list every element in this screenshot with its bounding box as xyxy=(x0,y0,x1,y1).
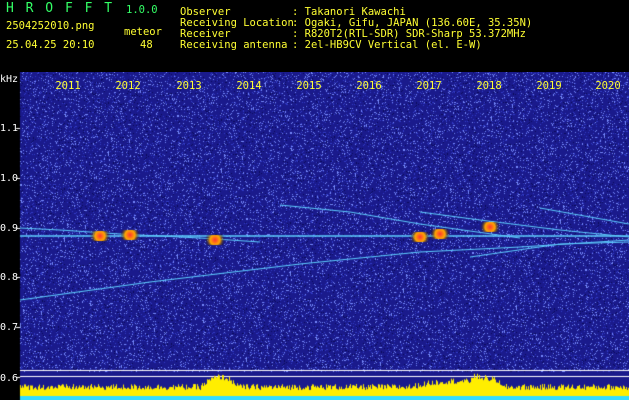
x-tick-label: 2014 xyxy=(236,80,262,92)
x-tick-label: 2015 xyxy=(296,80,322,92)
app-version: 1.0.0 xyxy=(126,4,158,16)
x-tick-label: 2017 xyxy=(416,80,442,92)
y-tick-label: 1.0 xyxy=(0,173,19,184)
x-tick-label: 2011 xyxy=(55,80,81,92)
y-tick-label: 0.7 xyxy=(0,322,19,333)
header-panel: H R O F F T 1.0.0 2504252010.png 25.04.2… xyxy=(0,0,629,72)
y-axis-unit: kHz xyxy=(0,74,19,85)
meteor-label: meteor xyxy=(124,26,162,38)
x-tick-label: 2012 xyxy=(115,80,141,92)
y-tick-label: 0.6 xyxy=(0,373,19,384)
y-tick-label: 1.1 xyxy=(0,123,19,134)
x-tick-label: 2016 xyxy=(356,80,382,92)
antenna-label: Receiving antenna xyxy=(180,39,288,51)
app-title: H R O F F T xyxy=(6,1,115,16)
y-tick-label: 0.8 xyxy=(0,272,19,283)
file-name: 2504252010.png xyxy=(6,20,95,32)
x-tick-label: 2018 xyxy=(476,80,502,92)
antenna-value: : 2el-HB9CV Vertical (el. E-W) xyxy=(292,39,482,51)
x-tick-label: 2013 xyxy=(176,80,202,92)
y-tick-label: 0.9 xyxy=(0,223,19,234)
x-tick-label: 2019 xyxy=(536,80,562,92)
meteor-count: 48 xyxy=(140,39,153,51)
spectrogram-canvas xyxy=(0,72,629,400)
date-time: 25.04.25 20:10 xyxy=(6,39,95,51)
x-tick-label: 2020 xyxy=(595,80,621,92)
